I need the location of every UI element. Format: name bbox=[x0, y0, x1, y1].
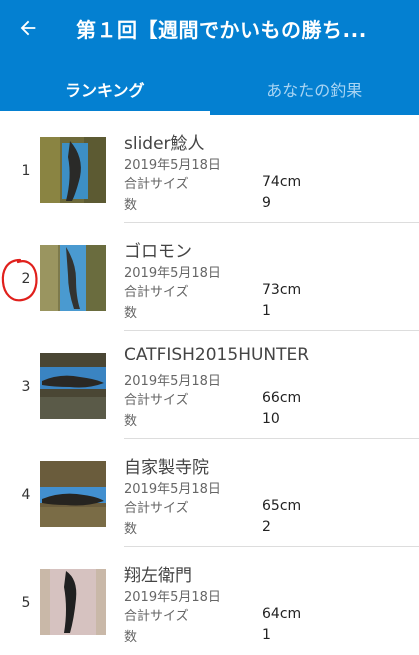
angler-name: slider鯰人 bbox=[124, 129, 205, 154]
catch-photo[interactable] bbox=[40, 245, 106, 311]
count-label: 数 bbox=[124, 302, 137, 321]
list-item[interactable]: 5 翔左衛門 2019年5月18日 合計サイズ 64cm 数 1 bbox=[0, 547, 419, 655]
catch-date: 2019年5月18日 bbox=[124, 154, 221, 173]
tab-bar: ランキング あなたの釣果 bbox=[0, 62, 419, 115]
list-item[interactable]: 1 slider鯰人 2019年5月18日 合計サイズ 74cm 数 9 bbox=[0, 115, 419, 223]
tab-your-catch-label: あなたの釣果 bbox=[266, 77, 362, 101]
catch-photo[interactable] bbox=[40, 461, 106, 527]
angler-name: CATFISH2015HUNTER bbox=[124, 345, 309, 365]
catch-date: 2019年5月18日 bbox=[124, 370, 221, 389]
total-size-label: 合計サイズ bbox=[124, 389, 189, 408]
rank-number: 3 bbox=[16, 379, 36, 395]
count-value: 9 bbox=[262, 195, 271, 211]
rank-number: 1 bbox=[16, 163, 36, 179]
count-value: 2 bbox=[262, 519, 271, 535]
angler-name: 自家製寺院 bbox=[124, 453, 209, 478]
count-label: 数 bbox=[124, 194, 137, 213]
total-size-label: 合計サイズ bbox=[124, 173, 189, 192]
catch-photo[interactable] bbox=[40, 137, 106, 203]
total-size-label: 合計サイズ bbox=[124, 281, 189, 300]
angler-name: ゴロモン bbox=[124, 237, 192, 262]
catch-photo[interactable] bbox=[40, 569, 106, 635]
tab-your-catch[interactable]: あなたの釣果 bbox=[210, 62, 419, 115]
catch-date: 2019年5月18日 bbox=[124, 586, 221, 605]
count-value: 10 bbox=[262, 411, 280, 427]
count-label: 数 bbox=[124, 410, 137, 429]
catch-date: 2019年5月18日 bbox=[124, 262, 221, 281]
angler-name: 翔左衛門 bbox=[124, 561, 192, 586]
total-size-value: 66cm bbox=[262, 390, 301, 406]
total-size-label: 合計サイズ bbox=[124, 605, 189, 624]
total-size-label: 合計サイズ bbox=[124, 497, 189, 516]
list-item[interactable]: 3 CATFISH2015HUNTER 2019年5月18日 合計サイズ 66c… bbox=[0, 331, 419, 439]
tab-ranking[interactable]: ランキング bbox=[0, 62, 210, 115]
count-value: 1 bbox=[262, 303, 271, 319]
ranking-list: 1 slider鯰人 2019年5月18日 合計サイズ 74cm 数 9 2 bbox=[0, 115, 419, 655]
rank-number: 4 bbox=[16, 487, 36, 503]
count-value: 1 bbox=[262, 627, 271, 643]
count-label: 数 bbox=[124, 626, 137, 645]
rank-number: 2 bbox=[16, 271, 36, 287]
back-button[interactable] bbox=[8, 8, 48, 48]
total-size-value: 64cm bbox=[262, 606, 301, 622]
app-bar: 第１回【週間でかいもの勝ち... ランキング あなたの釣果 bbox=[0, 0, 419, 115]
total-size-value: 74cm bbox=[262, 174, 301, 190]
total-size-value: 65cm bbox=[262, 498, 301, 514]
list-item[interactable]: 4 自家製寺院 2019年5月18日 合計サイズ 65cm 数 2 bbox=[0, 439, 419, 547]
rank-number: 5 bbox=[16, 595, 36, 611]
catch-photo[interactable] bbox=[40, 353, 106, 419]
page-title: 第１回【週間でかいもの勝ち... bbox=[76, 14, 411, 43]
total-size-value: 73cm bbox=[262, 282, 301, 298]
count-label: 数 bbox=[124, 518, 137, 537]
top-bar: 第１回【週間でかいもの勝ち... bbox=[0, 0, 419, 56]
catch-date: 2019年5月18日 bbox=[124, 478, 221, 497]
tab-ranking-label: ランキング bbox=[65, 77, 145, 101]
arrow-left-icon bbox=[17, 17, 39, 39]
list-item[interactable]: 2 ゴロモン 2019年5月18日 合計サイズ 73cm 数 1 bbox=[0, 223, 419, 331]
